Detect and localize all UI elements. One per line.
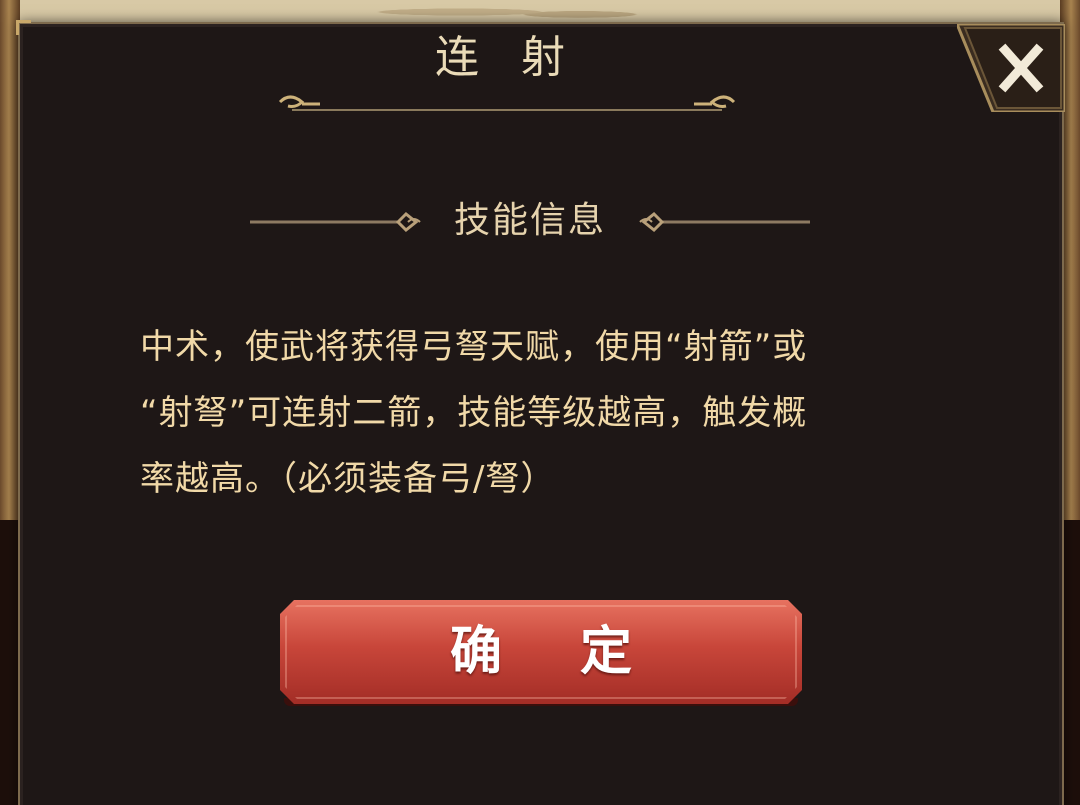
- section-header: 技能信息: [250, 190, 810, 252]
- close-x-icon: [954, 22, 1067, 114]
- close-button[interactable]: [954, 22, 1067, 114]
- confirm-button-label: 确 定: [449, 622, 663, 682]
- ornament-right: [639, 211, 810, 233]
- title-underline-ornament: [278, 95, 736, 111]
- confirm-button[interactable]: 确 定: [280, 600, 802, 706]
- dialog-title-block: 连 射: [262, 30, 752, 111]
- section-title: 技能信息: [453, 200, 606, 241]
- corner-ornament: [16, 20, 31, 35]
- dialog-title: 连 射: [435, 32, 579, 83]
- background-frame-left: [0, 0, 20, 520]
- game-screen: 连 射 技能信息 中术，使武将获得弓弩天赋，使用“射箭”或 “射弩”可连射二箭，…: [0, 0, 1080, 805]
- skill-description: 中术，使武将获得弓弩天赋，使用“射箭”或 “射弩”可连射二箭，技能等级越高，触发…: [140, 327, 808, 499]
- ornament-left: [250, 211, 421, 233]
